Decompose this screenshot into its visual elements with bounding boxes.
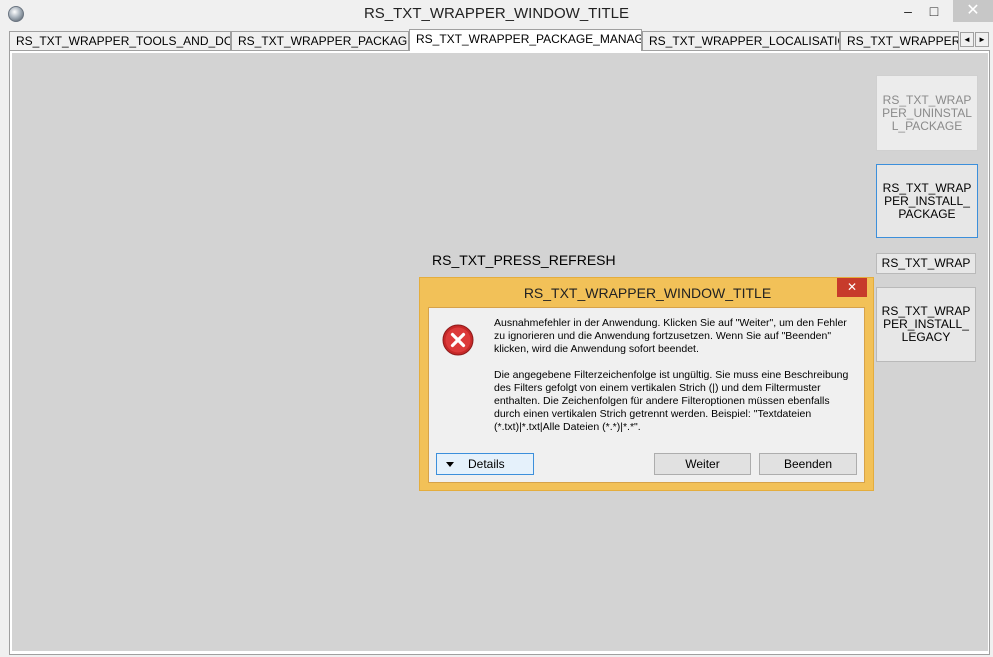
install-package-button[interactable]: RS_TXT_WRAPPER_INSTALL_PACKAGE [876,164,978,238]
tab-s[interactable]: RS_TXT_WRAPPER_S [840,31,959,50]
maximize-button[interactable]: □ [921,0,947,22]
continue-button[interactable]: Weiter [654,453,751,475]
tab-packager[interactable]: RS_TXT_WRAPPER_PACKAGER [231,31,409,50]
install-legacy-button[interactable]: RS_TXT_WRAPPER_INSTALL_LEGACY [876,287,976,362]
dialog-message-main: Ausnahmefehler in der Anwendung. Klicken… [494,317,847,355]
tab-strip: RS_TXT_WRAPPER_TOOLS_AND_DOCS RS_TXT_WRA… [9,29,993,51]
chevron-down-icon [446,462,454,467]
details-button-label: Details [468,457,505,471]
close-button[interactable]: ✕ [953,0,993,22]
dialog-message: Ausnahmefehler in der Anwendung. Klicken… [494,317,854,447]
tab-scroll-left-button[interactable]: ◄ [960,32,974,47]
window-title: RS_TXT_WRAPPER_WINDOW_TITLE [363,5,630,22]
tab-scroll-right-button[interactable]: ► [975,32,989,47]
refresh-status-label: RS_TXT_PRESS_REFRESH [432,252,616,268]
details-button[interactable]: Details [436,453,534,475]
tab-tools-and-docs[interactable]: RS_TXT_WRAPPER_TOOLS_AND_DOCS [9,31,231,50]
small-wrap-button[interactable]: RS_TXT_WRAP [876,253,976,274]
tab-localisation[interactable]: RS_TXT_WRAPPER_LOCALISATION [642,31,840,50]
quit-button[interactable]: Beenden [759,453,857,475]
error-icon [442,324,474,356]
dialog-message-detail: Die angegebene Filterzeichenfolge ist un… [494,369,849,433]
tab-package-manager[interactable]: RS_TXT_WRAPPER_PACKAGE_MANAGER [409,29,642,51]
dialog-close-button[interactable]: ✕ [837,278,867,297]
uninstall-package-button[interactable]: RS_TXT_WRAPPER_UNINSTALL_PACKAGE [876,75,978,151]
dialog-title: RS_TXT_WRAPPER_WINDOW_TITLE [523,285,772,301]
minimize-button[interactable]: – [895,0,921,22]
